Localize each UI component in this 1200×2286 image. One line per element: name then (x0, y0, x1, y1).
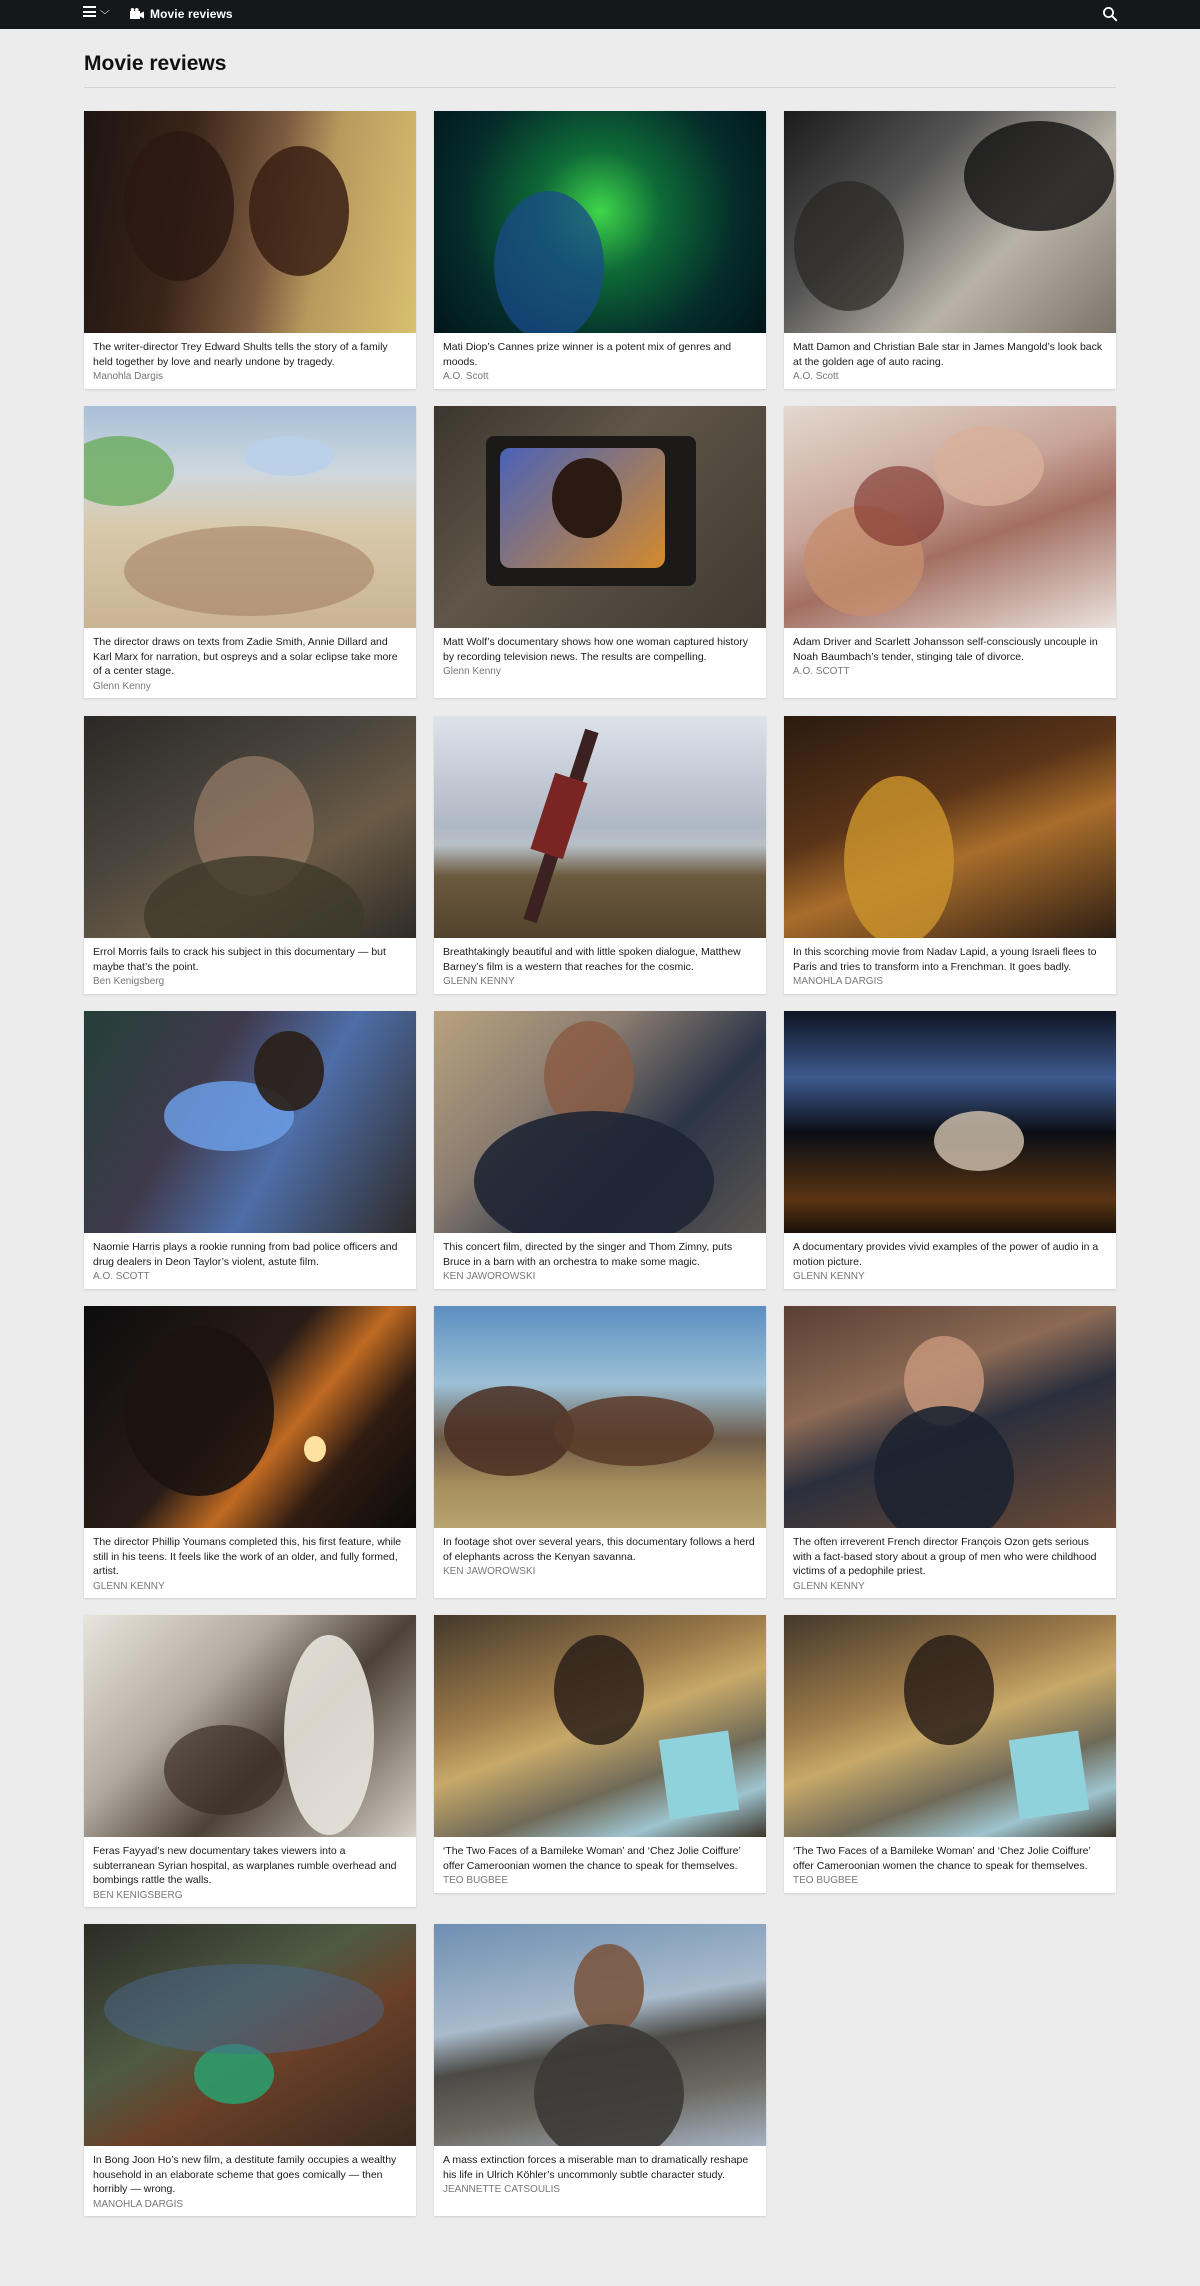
review-thumbnail (784, 1011, 1116, 1233)
review-thumbnail (84, 716, 416, 938)
chevron-down-icon: ⌵ (99, 5, 110, 17)
review-card[interactable]: The writer-director Trey Edward Shults t… (84, 111, 416, 389)
review-card[interactable]: Breathtakingly beautiful and with little… (434, 716, 766, 994)
review-card[interactable]: In footage shot over several years, this… (434, 1306, 766, 1598)
review-byline: A.O. Scott (793, 371, 839, 382)
review-summary: Matt Wolf’s documentary shows how one wo… (443, 636, 749, 663)
review-byline: KEN JAWOROWSKI (443, 1271, 536, 1282)
review-summary: Naomie Harris plays a rookie running fro… (93, 1241, 398, 1268)
review-byline: MANOHLA DARGIS (93, 2198, 184, 2210)
review-byline: GLENN KENNY (793, 1580, 865, 1592)
review-byline: Ben Kenigsberg (93, 976, 165, 987)
review-byline: Glenn Kenny (443, 666, 501, 677)
review-thumbnail (784, 406, 1116, 628)
review-card[interactable]: The director draws on texts from Zadie S… (84, 406, 416, 698)
page-title: Movie reviews (84, 52, 227, 75)
review-card[interactable]: A documentary provides vivid examples of… (784, 1011, 1116, 1289)
review-byline: JEANNETTE CATSOULIS (443, 2184, 561, 2195)
review-byline: MANOHLA DARGIS (793, 976, 884, 987)
section-link-movie-reviews[interactable]: Movie reviews (130, 7, 233, 21)
review-thumbnail (434, 1011, 766, 1233)
review-card[interactable]: Errol Morris fails to crack his subject … (84, 716, 416, 994)
review-summary: In this scorching movie from Nadav Lapid… (793, 946, 1097, 973)
review-card[interactable]: Matt Wolf’s documentary shows how one wo… (434, 406, 766, 698)
camera-icon (130, 8, 144, 19)
review-thumbnail (784, 111, 1116, 333)
review-thumbnail (84, 1924, 416, 2146)
review-card[interactable]: A mass extinction forces a miserable man… (434, 1924, 766, 2216)
review-byline: GLENN KENNY (793, 1271, 865, 1282)
review-card[interactable]: Matt Damon and Christian Bale star in Ja… (784, 111, 1116, 389)
review-summary: Breathtakingly beautiful and with little… (443, 946, 741, 973)
review-thumbnail (434, 406, 766, 628)
review-card[interactable]: The director Phillip Youmans completed t… (84, 1306, 416, 1598)
review-byline: KEN JAWOROWSKI (443, 1566, 536, 1577)
review-summary: Mati Diop’s Cannes prize winner is a pot… (443, 341, 732, 368)
review-byline: BEN KENIGSBERG (93, 1889, 183, 1901)
review-byline: TEO BUGBEE (443, 1875, 509, 1886)
menu-button[interactable]: ⌵ (83, 5, 110, 17)
review-summary: Matt Damon and Christian Bale star in Ja… (793, 341, 1103, 368)
review-thumbnail (84, 1011, 416, 1233)
review-card[interactable]: This concert film, directed by the singe… (434, 1011, 766, 1289)
review-summary: ‘The Two Faces of a Bamileke Woman’ and … (793, 1845, 1091, 1872)
review-byline: A.O. SCOTT (93, 1271, 150, 1282)
review-summary: The director Phillip Youmans completed t… (93, 1536, 402, 1577)
review-thumbnail (434, 1306, 766, 1528)
review-summary: Adam Driver and Scarlett Johansson self-… (793, 636, 1098, 663)
review-summary: This concert film, directed by the singe… (443, 1241, 733, 1268)
section-label: Movie reviews (150, 7, 233, 21)
review-thumbnail (84, 406, 416, 628)
review-summary: Feras Fayyad’s new documentary takes vie… (93, 1845, 397, 1886)
review-summary: In footage shot over several years, this… (443, 1536, 755, 1563)
review-card[interactable]: ‘The Two Faces of a Bamileke Woman’ and … (784, 1615, 1116, 1893)
review-thumbnail (434, 1924, 766, 2146)
review-byline: Glenn Kenny (93, 680, 151, 692)
review-summary: A documentary provides vivid examples of… (793, 1241, 1099, 1268)
review-thumbnail (784, 1615, 1116, 1837)
review-card[interactable]: Adam Driver and Scarlett Johansson self-… (784, 406, 1116, 698)
hamburger-icon (83, 6, 96, 17)
review-summary: Errol Morris fails to crack his subject … (93, 946, 386, 973)
review-byline: A.O. Scott (443, 371, 489, 382)
review-summary: The director draws on texts from Zadie S… (93, 636, 398, 677)
review-byline: GLENN KENNY (93, 1580, 165, 1592)
search-icon[interactable] (1102, 6, 1118, 22)
review-thumbnail (434, 1615, 766, 1837)
title-divider (84, 87, 1116, 88)
review-card[interactable]: The often irreverent French director Fra… (784, 1306, 1116, 1598)
review-thumbnail (84, 1615, 416, 1837)
review-thumbnail (84, 111, 416, 333)
review-summary: A mass extinction forces a miserable man… (443, 2154, 749, 2181)
review-thumbnail (784, 716, 1116, 938)
review-summary: The often irreverent French director Fra… (793, 1536, 1097, 1577)
reviews-grid: The writer-director Trey Edward Shults t… (84, 111, 1116, 2216)
review-card[interactable]: In this scorching movie from Nadav Lapid… (784, 716, 1116, 994)
review-thumbnail (434, 716, 766, 938)
review-thumbnail (84, 1306, 416, 1528)
review-card[interactable]: Mati Diop’s Cannes prize winner is a pot… (434, 111, 766, 389)
review-card[interactable]: In Bong Joon Ho’s new film, a destitute … (84, 1924, 416, 2216)
review-summary: ‘The Two Faces of a Bamileke Woman’ and … (443, 1845, 741, 1872)
review-card[interactable]: ‘The Two Faces of a Bamileke Woman’ and … (434, 1615, 766, 1893)
review-byline: A.O. SCOTT (793, 666, 850, 677)
review-card[interactable]: Naomie Harris plays a rookie running fro… (84, 1011, 416, 1289)
review-card[interactable]: Feras Fayyad’s new documentary takes vie… (84, 1615, 416, 1907)
top-navigation-bar: ⌵ Movie reviews (0, 0, 1200, 29)
review-summary: In Bong Joon Ho’s new film, a destitute … (93, 2154, 397, 2195)
review-summary: The writer-director Trey Edward Shults t… (93, 341, 388, 368)
review-byline: TEO BUGBEE (793, 1875, 859, 1886)
review-thumbnail (784, 1306, 1116, 1528)
review-byline: GLENN KENNY (443, 976, 515, 987)
review-byline: Manohla Dargis (93, 371, 164, 382)
review-thumbnail (434, 111, 766, 333)
